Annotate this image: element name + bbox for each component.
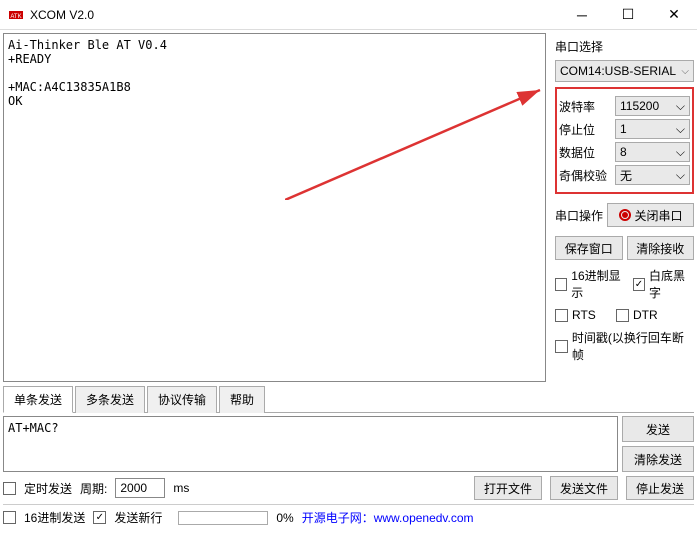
clear-recv-button[interactable]: 清除接收 [627,236,695,260]
chevron-down-icon: ⌵ [676,145,685,160]
rts-label: RTS [572,308,612,322]
dtr-label: DTR [633,308,658,322]
maximize-button[interactable]: ☐ [605,0,651,30]
white-black-label: 白底黑字 [649,267,694,301]
period-input[interactable] [115,478,165,498]
open-file-button[interactable]: 打开文件 [474,476,542,500]
hex-display-checkbox[interactable] [555,278,567,291]
stop-label: 停止位 [559,121,611,138]
chevron-down-icon: ⌵ [676,168,685,183]
close-button[interactable]: ✕ [651,0,697,30]
close-port-button[interactable]: 关闭串口 [607,203,694,227]
send-button[interactable]: 发送 [622,416,694,442]
send-newline-checkbox[interactable]: ✓ [93,511,106,524]
serial-config-box: 波特率 115200⌵ 停止位 1⌵ 数据位 8⌵ 奇偶校验 无⌵ [555,87,694,194]
rts-checkbox[interactable] [555,309,568,322]
tab-help[interactable]: 帮助 [219,386,265,413]
progress-percent: 0% [276,511,293,525]
tab-protocol[interactable]: 协议传输 [147,386,217,413]
port-op-label: 串口操作 [555,207,603,224]
chevron-down-icon: ⌵ [681,66,689,77]
record-icon [619,209,631,221]
timed-send-label: 定时发送 [24,480,72,497]
minimize-button[interactable]: ─ [559,0,605,30]
timed-send-checkbox[interactable] [3,482,16,495]
period-unit: ms [173,481,189,495]
progress-bar [178,511,268,525]
sidebar: 串口选择 COM14:USB-SERIAL ⌵ 波特率 115200⌵ 停止位 … [549,30,697,385]
timestamp-label: 时间戳(以换行回车断帧 [572,329,694,363]
chevron-down-icon: ⌵ [676,122,685,137]
period-label: 周期: [80,480,107,497]
send-tabs: 单条发送 多条发送 协议传输 帮助 [3,385,694,413]
send-newline-label: 发送新行 [114,509,162,526]
svg-text:ATK: ATK [10,14,21,20]
save-window-button[interactable]: 保存窗口 [555,236,623,260]
output-console[interactable]: Ai-Thinker Ble AT V0.4 +READY +MAC:A4C13… [3,33,546,382]
white-black-checkbox[interactable]: ✓ [633,278,645,291]
chevron-down-icon: ⌵ [676,99,685,114]
port-select[interactable]: COM14:USB-SERIAL ⌵ [555,60,694,82]
window-title: XCOM V2.0 [30,8,559,22]
port-section-label: 串口选择 [555,36,694,57]
hex-display-label: 16进制显示 [571,267,628,301]
baud-label: 波特率 [559,98,611,115]
dtr-checkbox[interactable] [616,309,629,322]
stop-send-button[interactable]: 停止发送 [626,476,694,500]
tab-single[interactable]: 单条发送 [3,386,73,413]
parity-select[interactable]: 无⌵ [615,165,690,185]
port-value: COM14:USB-SERIAL [560,64,676,78]
tab-multi[interactable]: 多条发送 [75,386,145,413]
app-logo-icon: ATK [8,7,24,23]
send-file-button[interactable]: 发送文件 [550,476,618,500]
baud-select[interactable]: 115200⌵ [615,96,690,116]
stop-select[interactable]: 1⌵ [615,119,690,139]
data-select[interactable]: 8⌵ [615,142,690,162]
clear-send-button[interactable]: 清除发送 [622,446,694,472]
timestamp-checkbox[interactable] [555,340,568,353]
website-link[interactable]: 开源电子网：www.openedv.com [302,509,474,526]
parity-label: 奇偶校验 [559,167,611,184]
send-input[interactable] [3,416,618,472]
hex-send-checkbox[interactable] [3,511,16,524]
data-label: 数据位 [559,144,611,161]
hex-send-label: 16进制发送 [24,509,85,526]
titlebar: ATK XCOM V2.0 ─ ☐ ✕ [0,0,697,30]
